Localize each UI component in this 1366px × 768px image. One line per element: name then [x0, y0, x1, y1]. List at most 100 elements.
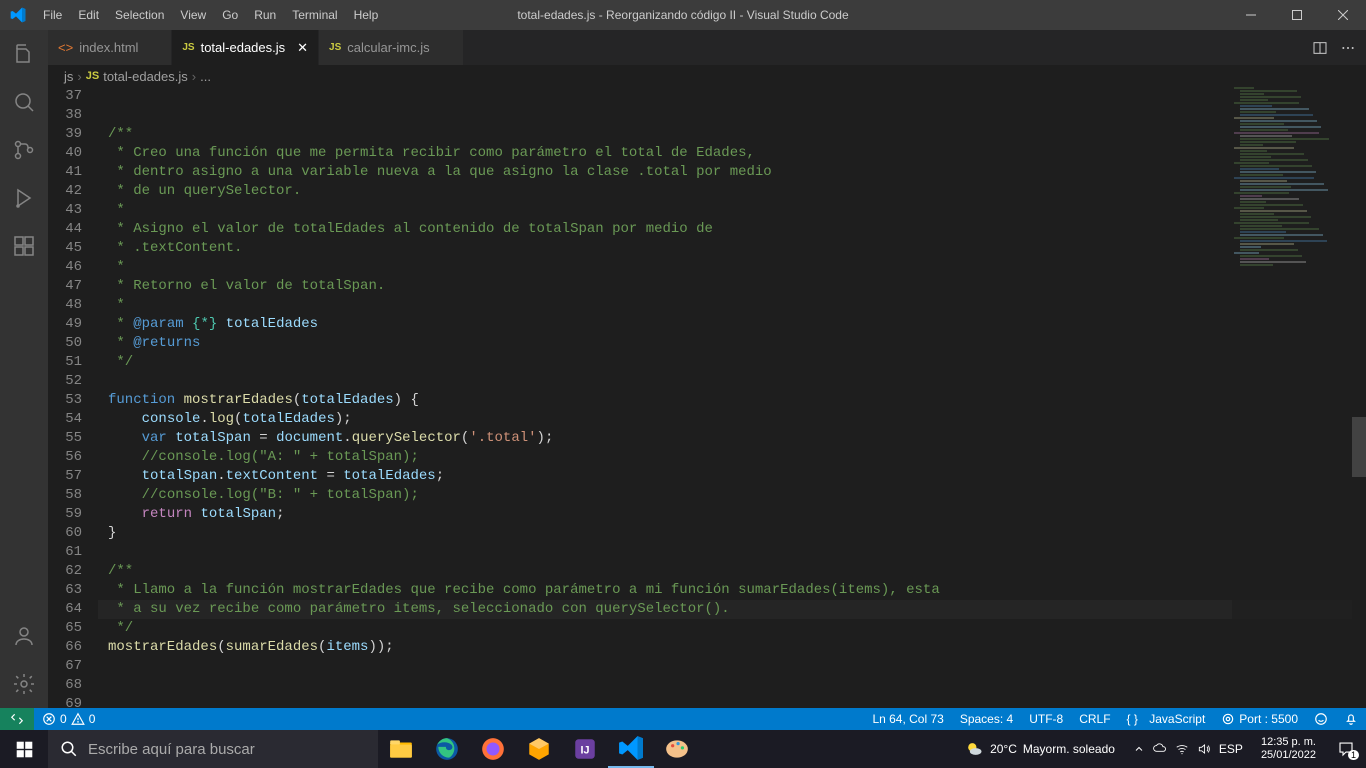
menu-terminal[interactable]: Terminal	[284, 0, 345, 30]
taskbar-weather[interactable]: 20°C Mayorm. soleado	[954, 739, 1125, 759]
minimize-button[interactable]	[1228, 0, 1274, 30]
taskbar-app-purple[interactable]: IJ	[562, 730, 608, 768]
code-line[interactable]: * dentro asigno a una variable nueva a l…	[98, 163, 1366, 182]
start-button[interactable]	[0, 730, 48, 768]
code-line[interactable]: */	[98, 353, 1366, 372]
code-line[interactable]: * Retorno el valor de totalSpan.	[98, 277, 1366, 296]
code-content[interactable]: /** * Creo una función que me permita re…	[98, 87, 1366, 708]
chevron-right-icon: ›	[192, 69, 196, 84]
tab-calcular-imc-js[interactable]: JScalcular-imc.js✕	[319, 30, 463, 65]
problems-button[interactable]: 0 0	[34, 708, 103, 730]
code-line[interactable]: /**	[98, 562, 1366, 581]
volume-icon[interactable]	[1197, 742, 1211, 756]
menu-run[interactable]: Run	[246, 0, 284, 30]
code-line[interactable]: //console.log("A: " + totalSpan);	[98, 448, 1366, 467]
cursor-position[interactable]: Ln 64, Col 73	[864, 708, 951, 730]
live-server-port[interactable]: Port : 5500	[1213, 708, 1306, 730]
code-line[interactable]: * Llamo a la función mostrarEdades que r…	[98, 581, 1366, 600]
close-tab-icon[interactable]: ✕	[297, 40, 308, 56]
code-line[interactable]: * Creo una función que me permita recibi…	[98, 144, 1366, 163]
notifications-bell-icon[interactable]	[1336, 708, 1366, 730]
taskbar-search[interactable]: Escribe aquí para buscar	[48, 730, 378, 768]
code-editor[interactable]: 3738394041424344454647484950515253545556…	[48, 87, 1366, 708]
menu-file[interactable]: File	[35, 0, 70, 30]
split-editor-icon[interactable]	[1312, 40, 1328, 56]
code-line[interactable]: * a su vez recibe como parámetro items, …	[98, 600, 1366, 619]
code-line[interactable]	[98, 87, 1366, 106]
code-line[interactable]: totalSpan.textContent = totalEdades;	[98, 467, 1366, 486]
code-line[interactable]	[98, 676, 1366, 695]
code-line[interactable]: *	[98, 201, 1366, 220]
breadcrumb-part[interactable]: js	[64, 69, 73, 84]
wifi-icon[interactable]	[1175, 742, 1189, 756]
input-language[interactable]: ESP	[1219, 742, 1243, 756]
code-line[interactable]	[98, 695, 1366, 708]
eol[interactable]: CRLF	[1071, 708, 1118, 730]
code-line[interactable]: console.log(totalEdades);	[98, 410, 1366, 429]
code-line[interactable]: var totalSpan = document.querySelector('…	[98, 429, 1366, 448]
code-line[interactable]: *	[98, 258, 1366, 277]
taskbar-app-cube[interactable]	[516, 730, 562, 768]
accounts-icon[interactable]	[0, 612, 48, 660]
explorer-icon[interactable]	[0, 30, 48, 78]
status-bar: 0 0 Ln 64, Col 73 Spaces: 4 UTF-8 CRLF {…	[0, 708, 1366, 730]
vertical-scrollbar[interactable]	[1352, 87, 1366, 707]
menu-bar: FileEditSelectionViewGoRunTerminalHelp	[35, 0, 386, 30]
menu-view[interactable]: View	[172, 0, 214, 30]
indentation[interactable]: Spaces: 4	[952, 708, 1021, 730]
taskbar-edge[interactable]	[424, 730, 470, 768]
action-center-icon[interactable]: 1	[1326, 740, 1366, 758]
code-line[interactable]: *	[98, 296, 1366, 315]
taskbar-firefox[interactable]	[470, 730, 516, 768]
activity-bar	[0, 30, 48, 708]
chevron-up-icon[interactable]	[1133, 743, 1145, 755]
vscode-icon	[0, 7, 35, 23]
code-line[interactable]: function mostrarEdades(totalEdades) {	[98, 391, 1366, 410]
code-line[interactable]	[98, 657, 1366, 676]
code-line[interactable]: * de un querySelector.	[98, 182, 1366, 201]
system-tray[interactable]: ESP	[1125, 742, 1251, 756]
menu-selection[interactable]: Selection	[107, 0, 172, 30]
source-control-icon[interactable]	[0, 126, 48, 174]
breadcrumb-part[interactable]: ...	[200, 69, 211, 84]
language-mode[interactable]: { } JavaScript	[1119, 708, 1214, 730]
onedrive-icon[interactable]	[1153, 742, 1167, 756]
code-line[interactable]: //console.log("B: " + totalSpan);	[98, 486, 1366, 505]
search-icon[interactable]	[0, 78, 48, 126]
code-line[interactable]: /**	[98, 125, 1366, 144]
code-line[interactable]: mostrarEdades(sumarEdades(items));	[98, 638, 1366, 657]
code-line[interactable]: return totalSpan;	[98, 505, 1366, 524]
more-actions-icon[interactable]	[1340, 40, 1356, 56]
maximize-button[interactable]	[1274, 0, 1320, 30]
code-line[interactable]: }	[98, 524, 1366, 543]
run-debug-icon[interactable]	[0, 174, 48, 222]
code-line[interactable]: * @returns	[98, 334, 1366, 353]
menu-edit[interactable]: Edit	[70, 0, 107, 30]
feedback-icon[interactable]	[1306, 708, 1336, 730]
menu-help[interactable]: Help	[346, 0, 387, 30]
breadcrumbs[interactable]: js › JS total-edades.js › ...	[48, 65, 1366, 87]
code-line[interactable]: */	[98, 619, 1366, 638]
taskbar-clock[interactable]: 12:35 p. m. 25/01/2022	[1251, 736, 1326, 762]
code-line[interactable]	[98, 372, 1366, 391]
code-line[interactable]: * .textContent.	[98, 239, 1366, 258]
taskbar-vscode[interactable]	[608, 730, 654, 768]
extensions-icon[interactable]	[0, 222, 48, 270]
tab-index-html[interactable]: <>index.html✕	[48, 30, 172, 65]
encoding[interactable]: UTF-8	[1021, 708, 1071, 730]
menu-go[interactable]: Go	[214, 0, 246, 30]
code-line[interactable]	[98, 543, 1366, 562]
code-line[interactable]	[98, 106, 1366, 125]
editor-tabs: <>index.html✕JStotal-edades.js✕JScalcula…	[48, 30, 1366, 65]
breadcrumb-part[interactable]: total-edades.js	[103, 69, 188, 84]
taskbar-paint[interactable]	[654, 730, 700, 768]
code-line[interactable]: * Asigno el valor de totalEdades al cont…	[98, 220, 1366, 239]
html-file-icon: <>	[58, 40, 73, 55]
settings-gear-icon[interactable]	[0, 660, 48, 708]
tab-total-edades-js[interactable]: JStotal-edades.js✕	[172, 30, 319, 65]
minimap[interactable]	[1232, 87, 1352, 707]
taskbar-file-explorer[interactable]	[378, 730, 424, 768]
code-line[interactable]: * @param {*} totalEdades	[98, 315, 1366, 334]
remote-button[interactable]	[0, 708, 34, 730]
close-button[interactable]	[1320, 0, 1366, 30]
